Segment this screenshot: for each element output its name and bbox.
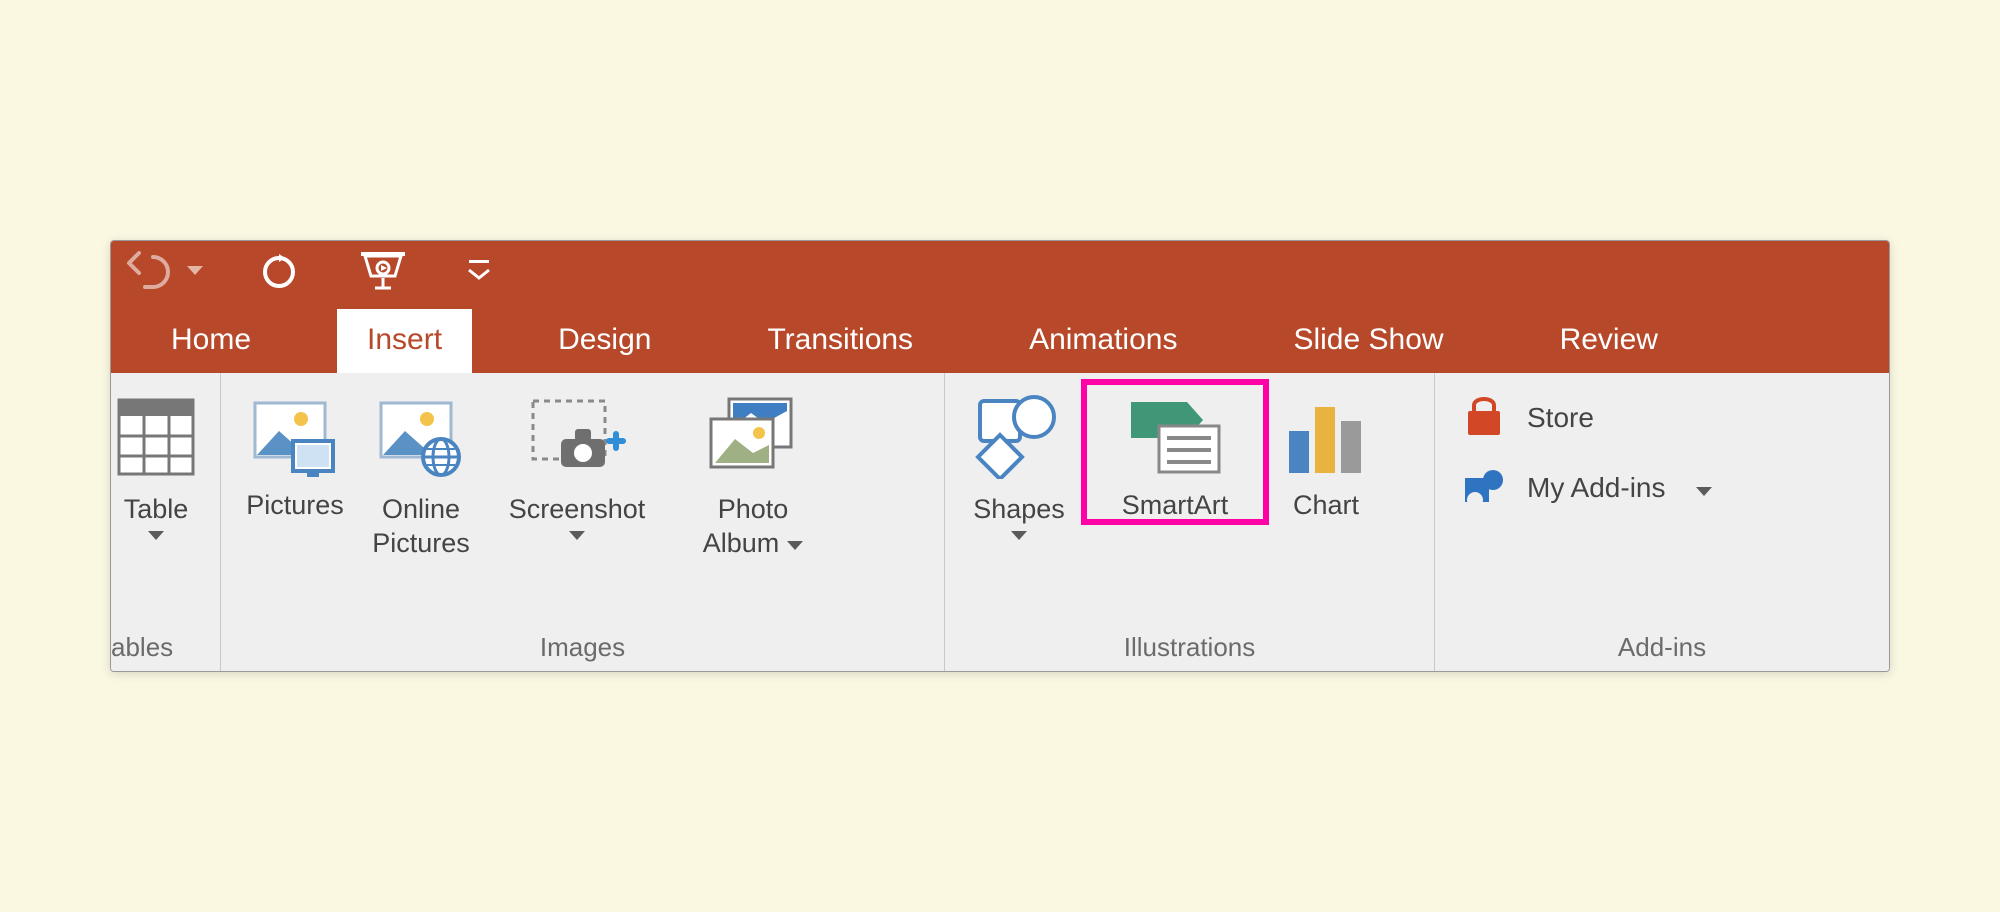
quick-access-toolbar bbox=[111, 241, 1889, 299]
table-icon bbox=[117, 387, 195, 487]
tab-slideshow[interactable]: Slide Show bbox=[1263, 309, 1473, 373]
pictures-button[interactable]: Pictures bbox=[235, 383, 355, 521]
group-label: Illustrations bbox=[959, 627, 1420, 667]
dropdown-caret-icon bbox=[787, 541, 803, 550]
tab-label: Animations bbox=[1029, 323, 1177, 356]
tab-label: Review bbox=[1560, 323, 1658, 356]
group-addins: Store My Add-ins bbox=[1435, 373, 1889, 671]
tab-label: Home bbox=[171, 323, 251, 356]
dropdown-caret-icon bbox=[148, 531, 164, 540]
button-label-line2: Pictures bbox=[372, 527, 470, 559]
tab-transitions[interactable]: Transitions bbox=[737, 309, 943, 373]
button-label: Chart bbox=[1293, 489, 1359, 521]
online-pictures-icon bbox=[375, 387, 467, 487]
group-images: Pictures bbox=[221, 373, 945, 671]
store-button[interactable]: Store bbox=[1461, 395, 1712, 441]
dropdown-caret-icon bbox=[569, 531, 585, 540]
tab-label: Design bbox=[558, 323, 651, 356]
shapes-button[interactable]: Shapes bbox=[959, 383, 1079, 540]
group-illustrations: Shapes SmartArt bbox=[945, 373, 1435, 671]
ribbon-body: Table ables bbox=[111, 373, 1889, 671]
tab-animations[interactable]: Animations bbox=[999, 309, 1207, 373]
store-icon bbox=[1461, 395, 1507, 441]
powerpoint-ribbon-panel: Home Insert Design Transitions Animation… bbox=[110, 240, 1890, 672]
undo-icon[interactable] bbox=[125, 251, 173, 289]
tab-review[interactable]: Review bbox=[1530, 309, 1688, 373]
undo-dropdown-caret[interactable] bbox=[187, 266, 203, 275]
button-label-line1: Online bbox=[382, 493, 460, 525]
button-label: Table bbox=[124, 493, 189, 525]
button-label: Shapes bbox=[973, 493, 1065, 525]
group-label: Images bbox=[235, 627, 930, 667]
table-button[interactable]: Table bbox=[111, 383, 211, 540]
button-label-line2: Album bbox=[703, 527, 780, 559]
button-label: Pictures bbox=[246, 489, 344, 521]
addins-icon bbox=[1461, 465, 1507, 511]
ribbon-titlebar: Home Insert Design Transitions Animation… bbox=[111, 241, 1889, 373]
button-label: Screenshot bbox=[509, 493, 646, 525]
tab-label: Slide Show bbox=[1293, 323, 1443, 356]
button-label: My Add-ins bbox=[1527, 472, 1666, 504]
screenshot-icon bbox=[527, 387, 627, 487]
button-label: Store bbox=[1527, 402, 1594, 434]
smartart-icon bbox=[1125, 387, 1225, 487]
group-label: ables bbox=[111, 627, 206, 667]
dropdown-caret-icon bbox=[1696, 487, 1712, 496]
screenshot-button[interactable]: Screenshot bbox=[487, 383, 667, 540]
ribbon-tabstrip: Home Insert Design Transitions Animation… bbox=[111, 299, 1889, 373]
dropdown-caret-icon bbox=[1011, 531, 1027, 540]
photo-album-icon bbox=[705, 387, 801, 487]
tab-label: Insert bbox=[367, 323, 442, 356]
shapes-icon bbox=[974, 387, 1064, 487]
smartart-button[interactable]: SmartArt bbox=[1085, 383, 1265, 521]
slideshow-from-start-icon[interactable] bbox=[355, 248, 411, 292]
tab-design[interactable]: Design bbox=[528, 309, 681, 373]
my-addins-button[interactable]: My Add-ins bbox=[1461, 465, 1712, 511]
photo-album-button[interactable]: Photo Album bbox=[673, 383, 833, 560]
tab-label: Transitions bbox=[767, 323, 913, 356]
tab-insert[interactable]: Insert bbox=[337, 309, 472, 373]
online-pictures-button[interactable]: Online Pictures bbox=[361, 383, 481, 560]
pictures-icon bbox=[249, 387, 341, 487]
redo-icon[interactable] bbox=[257, 248, 301, 292]
chart-icon bbox=[1285, 387, 1367, 487]
group-tables: Table ables bbox=[111, 373, 221, 671]
group-label: Add-ins bbox=[1449, 627, 1875, 667]
button-label-line1: Photo bbox=[718, 493, 789, 525]
tab-home[interactable]: Home bbox=[141, 309, 281, 373]
chart-button[interactable]: Chart bbox=[1271, 383, 1381, 521]
button-label: SmartArt bbox=[1122, 489, 1229, 521]
customize-qat-icon[interactable] bbox=[465, 258, 493, 282]
